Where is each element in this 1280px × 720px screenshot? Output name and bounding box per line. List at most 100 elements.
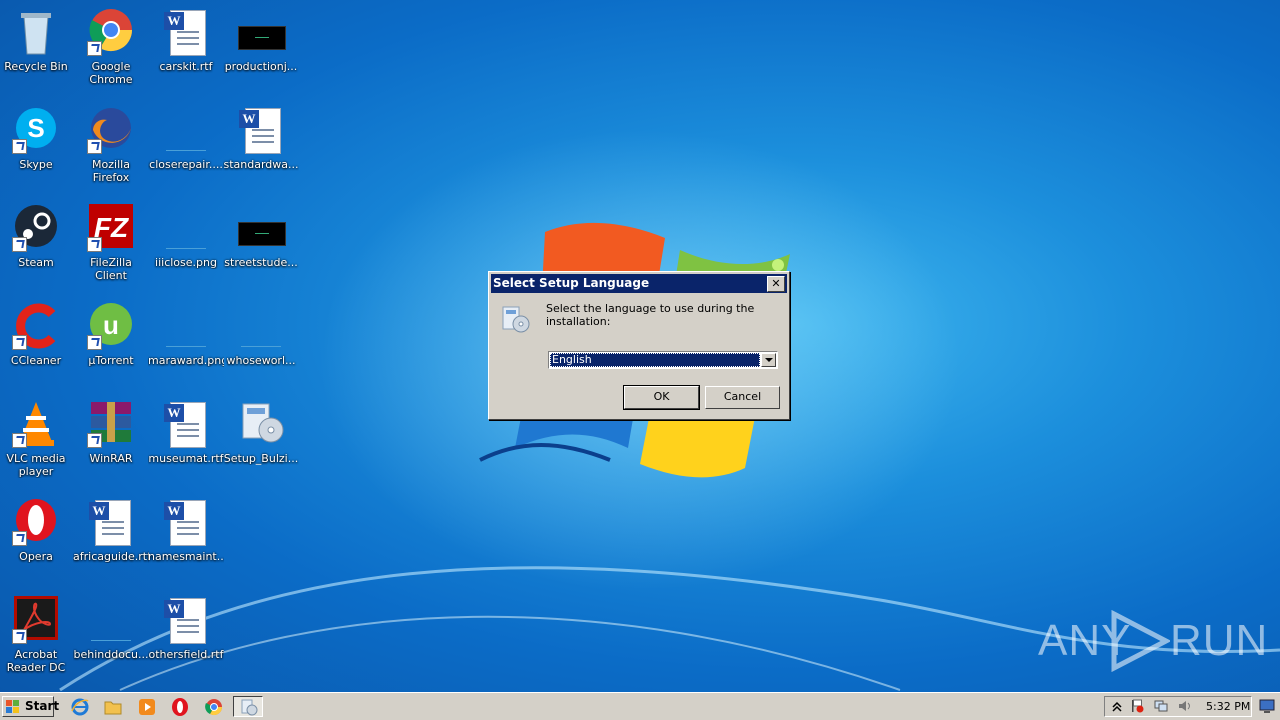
desktop-icon-namesmaint[interactable]: W namesmaint... [148, 494, 224, 584]
icon-label: FileZilla Client [90, 256, 132, 282]
desktop-icon-whoseworl[interactable]: whoseworl... [223, 298, 299, 388]
shortcut-arrow-icon [87, 139, 102, 154]
icon-label: Recycle Bin [4, 60, 68, 73]
setup-installer-icon [241, 699, 258, 716]
icon-label: whoseworl... [226, 354, 296, 367]
desktop-icon-productionj[interactable]: productionj... [223, 4, 299, 94]
word-document-icon: W [237, 106, 285, 154]
desktop-icon-ccleaner[interactable]: CCleaner [0, 298, 74, 388]
shortcut-arrow-icon [87, 41, 102, 56]
shortcut-arrow-icon [12, 237, 27, 252]
firefox-icon [87, 106, 135, 154]
desktop-icon-carskit[interactable]: W carskit.rtf [148, 4, 224, 94]
desktop-icon-museumat[interactable]: W museumat.rtf [148, 396, 224, 486]
desktop-icon-othersfield[interactable]: W othersfield.rtf [148, 592, 224, 682]
taskbar-setup-button[interactable] [233, 696, 263, 717]
start-button[interactable]: Start [2, 696, 59, 717]
recycle-bin-icon [12, 8, 60, 56]
desktop-icon-acrobat[interactable]: Acrobat Reader DC [0, 592, 74, 682]
desktop-icon-filezilla[interactable]: FZ FileZilla Client [73, 200, 149, 290]
winrar-icon [87, 400, 135, 448]
word-document-icon: W [87, 498, 135, 546]
icon-label: Steam [18, 256, 54, 269]
desktop-icon-skype[interactable]: S Skype [0, 102, 74, 192]
dialog-title: Select Setup Language [493, 276, 650, 290]
desktop-icon-steam[interactable]: Steam [0, 200, 74, 290]
icon-label: WinRAR [89, 452, 133, 465]
internet-explorer-icon[interactable] [70, 697, 90, 717]
utorrent-icon: u [87, 302, 135, 350]
desktop-icon-africaguide[interactable]: W africaguide.rtf [73, 494, 149, 584]
close-button[interactable]: ✕ [767, 276, 785, 292]
icon-label: Acrobat Reader DC [6, 648, 66, 674]
select-setup-language-dialog: Select Setup Language ✕ Select the langu… [488, 271, 790, 420]
word-document-icon: W [162, 8, 210, 56]
show-desktop-icon[interactable] [1258, 697, 1276, 715]
desktop-icon-iiiclose[interactable]: iiiclose.png [148, 200, 224, 290]
icon-label: Google Chrome [89, 60, 133, 86]
folder-icon[interactable] [103, 697, 123, 717]
icon-label: Mozilla Firefox [92, 158, 130, 184]
black-image-thumbnail-icon [237, 8, 286, 56]
filezilla-icon: FZ [87, 204, 135, 252]
opera-icon[interactable] [170, 697, 190, 717]
desktop-icon-behinddocu[interactable]: behinddocu... [73, 592, 149, 682]
opera-icon [12, 498, 60, 546]
desktop-icon-closerepair[interactable]: closerepair.... [148, 102, 224, 192]
chrome-icon[interactable] [204, 697, 224, 717]
cancel-button[interactable]: Cancel [705, 386, 780, 409]
shortcut-arrow-icon [12, 139, 27, 154]
dropdown-arrow-icon[interactable] [761, 353, 776, 367]
icon-label: closerepair.... [149, 158, 223, 171]
shortcut-arrow-icon [12, 531, 27, 546]
shortcut-arrow-icon [12, 335, 27, 350]
language-select[interactable]: English [548, 351, 778, 369]
word-document-icon: W [162, 596, 210, 644]
ccleaner-icon [12, 302, 60, 350]
ok-button[interactable]: OK [623, 385, 700, 410]
desktop-icon-utorrent[interactable]: u µTorrent [73, 298, 149, 388]
icon-label: Skype [19, 158, 53, 171]
start-label: Start [25, 699, 60, 713]
play-logo-icon [1111, 610, 1170, 672]
desktop-icon-streetstude[interactable]: streetstude... [223, 200, 299, 290]
icon-label: µTorrent [88, 354, 134, 367]
black-image-thumbnail-icon [237, 204, 286, 252]
skype-icon: S [12, 106, 60, 154]
icon-label: iiiclose.png [155, 256, 217, 269]
desktop-icon-maraward[interactable]: maraward.png [148, 298, 224, 388]
icon-label: africaguide.rtf [73, 550, 149, 563]
desktop-icon-recycle-bin[interactable]: Recycle Bin [0, 4, 74, 94]
icon-label: carskit.rtf [159, 60, 213, 73]
svg-text:u: u [103, 310, 119, 340]
language-select-value: English [550, 353, 760, 367]
dialog-title-bar[interactable]: Select Setup Language ✕ [491, 274, 787, 293]
blank-file-icon [237, 302, 285, 350]
desktop-icon-vlc[interactable]: VLC media player [0, 396, 74, 486]
icon-label: namesmaint... [148, 550, 224, 563]
word-document-icon: W [162, 400, 210, 448]
desktop-icon-opera[interactable]: Opera [0, 494, 74, 584]
svg-text:S: S [27, 113, 44, 143]
desktop-icon-firefox[interactable]: Mozilla Firefox [73, 102, 149, 192]
shortcut-arrow-icon [87, 433, 102, 448]
desktop-icon-chrome[interactable]: Google Chrome [73, 4, 149, 94]
desktop-icon-setup-bulzi[interactable]: Setup_Bulzi... [223, 396, 299, 486]
action-center-flag-icon[interactable] [1130, 699, 1144, 713]
shortcut-arrow-icon [12, 629, 27, 644]
icon-label: standardwa... [223, 158, 299, 171]
media-player-icon[interactable] [137, 697, 157, 717]
blank-file-icon [162, 204, 210, 252]
blank-file-icon [87, 596, 135, 644]
desktop-icon-winrar[interactable]: WinRAR [73, 396, 149, 486]
volume-icon[interactable] [1178, 699, 1192, 713]
icon-label: streetstude... [224, 256, 298, 269]
icon-label: Setup_Bulzi... [223, 452, 299, 465]
shortcut-arrow-icon [12, 433, 27, 448]
desktop-icon-standardwa[interactable]: W standardwa... [223, 102, 299, 192]
dialog-message: Select the language to use during the in… [546, 302, 755, 328]
network-icon[interactable] [1154, 699, 1168, 713]
show-hidden-icons-icon[interactable] [1110, 699, 1124, 713]
icon-label: CCleaner [10, 354, 62, 367]
clock[interactable]: 5:32 PM [1206, 697, 1250, 717]
